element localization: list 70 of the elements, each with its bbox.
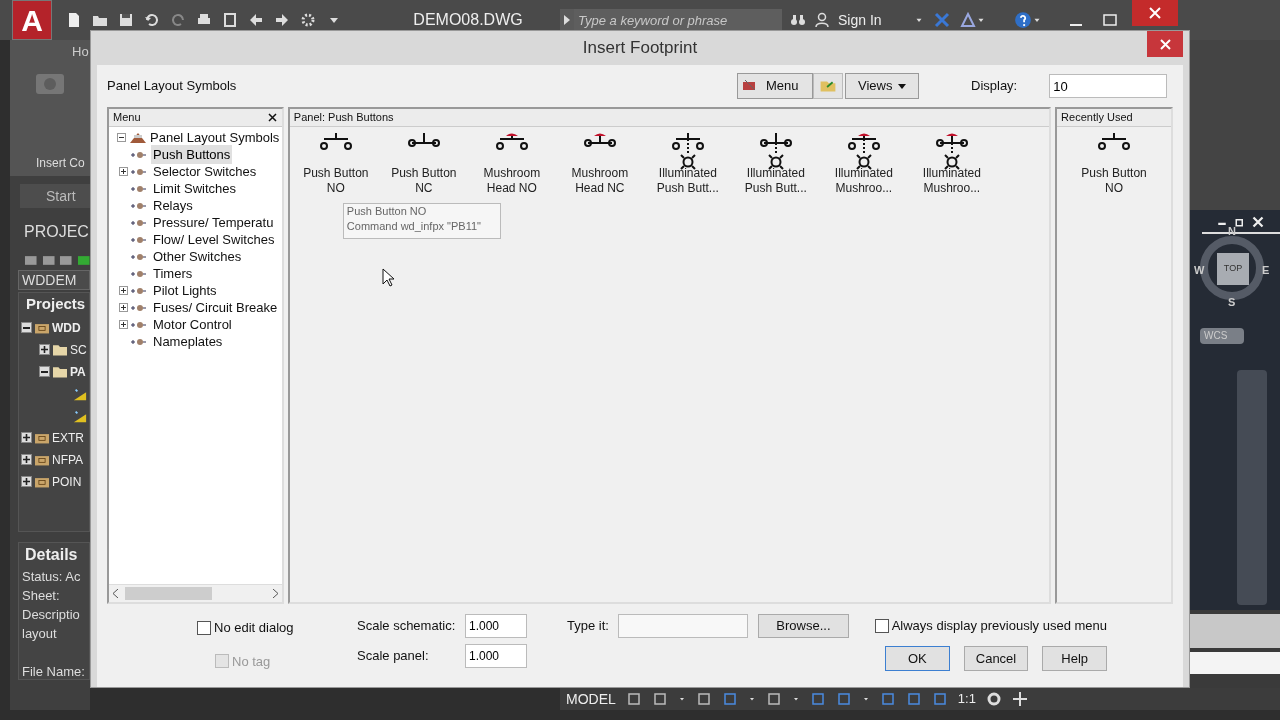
symbol-label: Illuminated Push Butt...: [744, 166, 807, 196]
project-tree-item[interactable]: PA: [70, 362, 86, 381]
project-tree-item[interactable]: EXTR: [52, 428, 84, 447]
project-tree-item[interactable]: NFPA: [52, 450, 84, 469]
compass-west: W: [1194, 263, 1205, 278]
compass-south: S: [1228, 295, 1236, 310]
symbol-label: Mushroom Head NC: [571, 166, 629, 196]
menu-tree-item[interactable]: Push Buttons: [151, 144, 233, 165]
field-label: Type it:: [567, 617, 610, 636]
compass-east: E: [1262, 263, 1270, 278]
tooltip-command: Command wd_infpx "PB11": [346, 219, 482, 234]
symbol-tile[interactable]: Mushroom Head NO: [467, 127, 556, 196]
symbol-tile[interactable]: Mushroom Head NC: [555, 127, 644, 196]
pane-title: Menu: [113, 110, 141, 126]
dialog-button[interactable]: Cancel: [963, 646, 1029, 671]
symbol-tile[interactable]: Push Button NO: [291, 127, 380, 196]
symbol-label: Mushroom Head NO: [483, 166, 541, 196]
symbol-tile[interactable]: Illuminated Mushroo...: [907, 127, 996, 196]
symbol-label: Push Button NC: [391, 166, 457, 196]
details-text: File Name:: [22, 663, 86, 681]
menu-button[interactable]: Menu: [737, 73, 813, 99]
details-text: layout: [22, 625, 58, 643]
pane-title: Panel: Push Buttons: [293, 110, 394, 126]
project-tree-item[interactable]: POIN: [52, 472, 82, 491]
symbol-label: Push Button NO: [1081, 166, 1147, 196]
annotation-scale[interactable]: 1:1: [957, 689, 976, 709]
field-label: Scale panel:: [357, 647, 430, 666]
section-title: Panel Layout Symbols: [107, 77, 238, 96]
drawing-title: DEMO08.DWG: [412, 10, 524, 30]
viewcube-face[interactable]: TOP: [1217, 253, 1249, 285]
symbol-tile[interactable]: Push Button NC: [379, 127, 468, 196]
project-dropdown[interactable]: WDDEM: [18, 270, 90, 290]
checkbox-label: No tag: [232, 652, 271, 671]
symbol-tile[interactable]: Push Button NO: [1070, 127, 1159, 196]
symbol-tile[interactable]: Illuminated Push Butt...: [731, 127, 820, 196]
checkbox-label: Always display previously used menu: [891, 617, 1107, 636]
sign-in-link[interactable]: Sign In: [838, 9, 914, 31]
scale-field[interactable]: 1.000: [465, 644, 527, 668]
ribbon-tab[interactable]: Ho: [72, 42, 89, 62]
details-text: Status: Ac: [22, 568, 82, 586]
project-tree-item[interactable]: WDD: [52, 318, 81, 337]
search-field[interactable]: Type a keyword or phrase: [574, 9, 782, 31]
ribbon-panel-label: Insert Co: [36, 155, 85, 172]
symbol-tile[interactable]: Illuminated Push Butt...: [643, 127, 732, 196]
display-field[interactable]: 10: [1049, 74, 1168, 98]
symbol-tile[interactable]: Illuminated Mushroo...: [819, 127, 908, 196]
details-text: Sheet:: [22, 587, 61, 605]
checkbox-label: No edit dialog: [214, 619, 294, 637]
dialog-title: Insert Footprint: [581, 37, 699, 60]
browse-button[interactable]: Browse...: [758, 614, 849, 638]
dialog-button[interactable]: OK: [885, 646, 950, 671]
start-tab[interactable]: Start: [20, 184, 90, 208]
tooltip-title: Push Button NO: [346, 204, 428, 219]
scale-field[interactable]: 1.000: [465, 614, 527, 638]
symbol-label: Push Button NO: [303, 166, 369, 196]
field-label: Scale schematic:: [357, 617, 457, 636]
symbol-label: Illuminated Mushroo...: [922, 166, 981, 196]
dialog-button[interactable]: Help: [1042, 646, 1107, 671]
project-tree-item[interactable]: SC: [70, 340, 87, 359]
projects-title: Projects: [25, 294, 87, 314]
display-label: Display:: [971, 77, 1018, 96]
symbol-label: Illuminated Mushroo...: [834, 166, 893, 196]
model-tab[interactable]: MODEL: [566, 688, 616, 710]
palette-header: PROJEC: [24, 222, 90, 242]
symbol-label: Illuminated Push Butt...: [656, 166, 719, 196]
pane-title: Recently Used: [1061, 110, 1133, 126]
views-button[interactable]: Views: [845, 73, 919, 99]
application-logo[interactable]: A: [12, 0, 52, 40]
details-text: Descriptio: [22, 606, 81, 624]
details-title: Details: [24, 545, 79, 565]
